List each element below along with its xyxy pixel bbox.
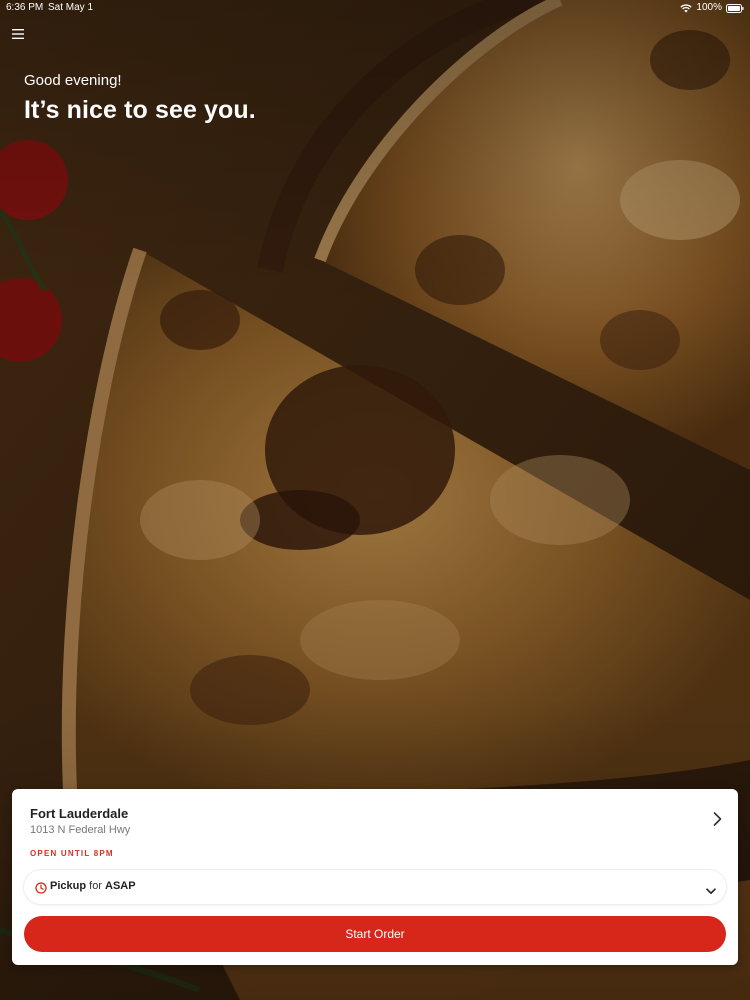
greeting-text: Good evening! <box>24 72 122 89</box>
location-name: Fort Lauderdale <box>30 806 129 821</box>
location-selector[interactable]: Fort Lauderdale 1013 N Federal Hwy <box>12 789 738 849</box>
wifi-icon <box>680 3 693 13</box>
battery-percent: 100% <box>696 2 722 13</box>
pickup-time: ASAP <box>105 880 136 892</box>
pickup-summary: Pickup for ASAP <box>50 880 136 892</box>
page-headline: It’s nice to see you. <box>24 96 256 124</box>
menu-button[interactable] <box>8 26 28 44</box>
pickup-connector: for <box>86 880 106 892</box>
location-address: 1013 N Federal Hwy <box>30 824 131 836</box>
chevron-right-icon <box>713 812 722 831</box>
clock-icon <box>35 881 47 899</box>
hamburger-menu-icon <box>12 26 24 44</box>
pickup-time-select[interactable]: Pickup for ASAP <box>24 870 726 904</box>
pickup-mode: Pickup <box>50 880 87 892</box>
status-date: Sat May 1 <box>48 2 94 13</box>
order-card: Fort Lauderdale 1013 N Federal Hwy OPEN … <box>12 789 738 965</box>
store-hours-status: OPEN UNTIL 8PM <box>30 849 114 858</box>
chevron-down-icon <box>706 882 716 900</box>
status-indicators: 100% <box>680 0 744 16</box>
battery-icon <box>726 3 744 13</box>
start-order-button[interactable]: Start Order <box>24 916 726 952</box>
status-time: 6:36 PM <box>6 2 44 13</box>
status-bar: 6:36 PM Sat May 1 100% <box>0 0 750 16</box>
